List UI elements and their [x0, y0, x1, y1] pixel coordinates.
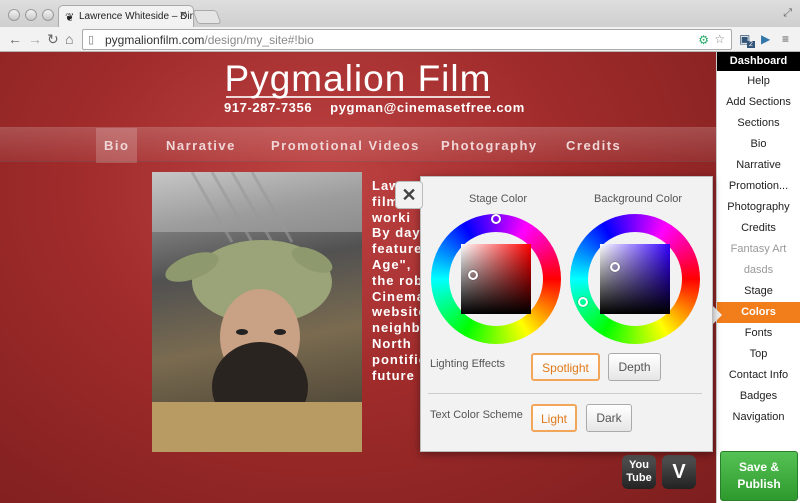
bio-line: future — [372, 367, 415, 383]
new-tab-button[interactable] — [192, 10, 222, 24]
youtube-badge[interactable]: You Tube — [622, 455, 656, 489]
save-publish-button[interactable]: Save & Publish — [720, 451, 798, 501]
browser-toolbar: ← → ↻ ⌂ ▯ pygmalionfilm.com/design/my_si… — [0, 27, 800, 52]
text-color-scheme-label: Text Color Scheme — [430, 409, 523, 421]
depth-button[interactable]: Depth — [608, 353, 661, 381]
dashboard-item-fantasy-art[interactable]: Fantasy Art — [717, 239, 800, 260]
dashboard-item-sections[interactable]: Sections — [717, 113, 800, 134]
dashboard-item-bio[interactable]: Bio — [717, 134, 800, 155]
forward-icon[interactable]: → — [28, 31, 42, 47]
publish-label-line1: Save & — [738, 460, 780, 474]
bio-line: Cinema — [372, 288, 420, 304]
page-icon: ▯ — [88, 34, 95, 46]
favicon-icon: ❦ — [65, 12, 75, 24]
dashboard-title: Dashboard — [717, 52, 800, 71]
background-color-label: Background Color — [594, 193, 683, 205]
phone-number: 917-287-7356 — [224, 100, 313, 115]
dashboard-item-navigation[interactable]: Navigation — [717, 407, 800, 428]
stage-color-label: Stage Color — [469, 193, 528, 205]
reload-icon[interactable]: ↻ — [47, 31, 59, 48]
bio-line: pontific — [372, 351, 420, 367]
dashboard-item-colors[interactable]: Colors — [717, 302, 800, 323]
dashboard-item-help[interactable]: Help — [717, 71, 800, 92]
menu-item-credits[interactable]: Credits — [566, 128, 621, 163]
extension-badge-count: 2 — [747, 41, 755, 48]
browser-tab-bar: ❦ Lawrence Whiteside – Dire ✕ ⤢ — [0, 0, 800, 28]
url-host: pygmalionfilm.com — [105, 33, 205, 47]
cast-icon[interactable]: ▶ — [761, 32, 770, 46]
lighting-effects-label: Lighting Effects — [430, 358, 506, 370]
spotlight-button[interactable]: Spotlight — [531, 353, 600, 381]
dashboard-item-top[interactable]: Top — [717, 344, 800, 365]
dashboard-item-badges[interactable]: Badges — [717, 386, 800, 407]
bio-line: Age", — [372, 256, 412, 272]
extension-icon[interactable]: ⚙ — [698, 33, 709, 47]
email-address: pygman@cinemasetfree.com — [330, 100, 525, 115]
tab-close-icon[interactable]: ✕ — [179, 10, 187, 21]
url-path: /design/my_site#!bio — [204, 33, 314, 47]
dark-scheme-button[interactable]: Dark — [586, 404, 632, 432]
site-title[interactable]: Pygmalion Film — [0, 58, 716, 100]
address-bar[interactable]: ▯ pygmalionfilm.com/design/my_site#!bio … — [82, 29, 732, 50]
dashboard-item-stage[interactable]: Stage — [717, 281, 800, 302]
home-icon[interactable]: ⌂ — [65, 31, 73, 47]
tab-title: Lawrence Whiteside – Dire — [79, 11, 194, 22]
dashboard-item-dasds[interactable]: dasds — [717, 260, 800, 281]
panel-pointer — [713, 306, 722, 324]
dashboard-item-credits[interactable]: Credits — [717, 218, 800, 239]
menu-icon[interactable]: ≡ — [782, 32, 789, 46]
bookmark-star-icon[interactable]: ☆ — [714, 32, 725, 46]
bio-line: the rob — [372, 272, 420, 288]
site-menu: Bio Narrative Promotional Videos Photogr… — [0, 127, 716, 163]
bio-photo — [152, 172, 362, 452]
browser-tab[interactable]: ❦ Lawrence Whiteside – Dire — [58, 5, 194, 28]
dashboard-item-photography[interactable]: Photography — [717, 197, 800, 218]
menu-item-narrative[interactable]: Narrative — [166, 128, 236, 163]
dashboard-item-add-sections[interactable]: Add Sections — [717, 92, 800, 113]
dashboard-item-promotion[interactable]: Promotion... — [717, 176, 800, 197]
bio-line: feature — [372, 241, 420, 257]
minimize-window-button[interactable] — [25, 9, 37, 21]
menu-item-bio[interactable]: Bio — [96, 128, 138, 163]
menu-item-photography[interactable]: Photography — [441, 128, 538, 163]
light-scheme-button[interactable]: Light — [531, 404, 577, 432]
dashboard-item-contact-info[interactable]: Contact Info — [717, 365, 800, 386]
background-shade-marker[interactable] — [610, 262, 620, 272]
close-panel-button[interactable]: ✕ — [395, 181, 423, 209]
panel-divider — [428, 393, 702, 394]
publish-label-line2: Publish — [737, 477, 781, 491]
stage-hue-marker[interactable] — [491, 214, 501, 224]
bio-line: By day — [372, 225, 420, 241]
bio-line: North — [372, 335, 412, 351]
stage-shade-marker[interactable] — [468, 270, 478, 280]
bio-line: worki — [372, 209, 411, 225]
background-hue-marker[interactable] — [578, 297, 588, 307]
dashboard-item-narrative[interactable]: Narrative — [717, 155, 800, 176]
close-window-button[interactable] — [8, 9, 20, 21]
bio-line: neighb — [372, 320, 420, 336]
contact-info[interactable]: 917-287-7356 pygman@cinemasetfree.com — [224, 100, 543, 115]
zoom-window-button[interactable] — [42, 9, 54, 21]
fullscreen-icon[interactable]: ⤢ — [783, 7, 792, 20]
title-underline — [226, 96, 490, 98]
dashboard-item-fonts[interactable]: Fonts — [717, 323, 800, 344]
menu-item-promotional-videos[interactable]: Promotional Videos — [271, 128, 420, 163]
portrait-illustration — [152, 172, 362, 452]
colors-panel: Stage Color Background Color Lighting Ef… — [420, 176, 713, 452]
bio-line: website — [372, 304, 420, 320]
background-color-square[interactable] — [600, 244, 670, 314]
dashboard-sidebar: Dashboard Help Add Sections Sections Bio… — [716, 52, 800, 503]
vimeo-badge[interactable]: V — [662, 455, 696, 489]
back-icon[interactable]: ← — [8, 31, 22, 47]
